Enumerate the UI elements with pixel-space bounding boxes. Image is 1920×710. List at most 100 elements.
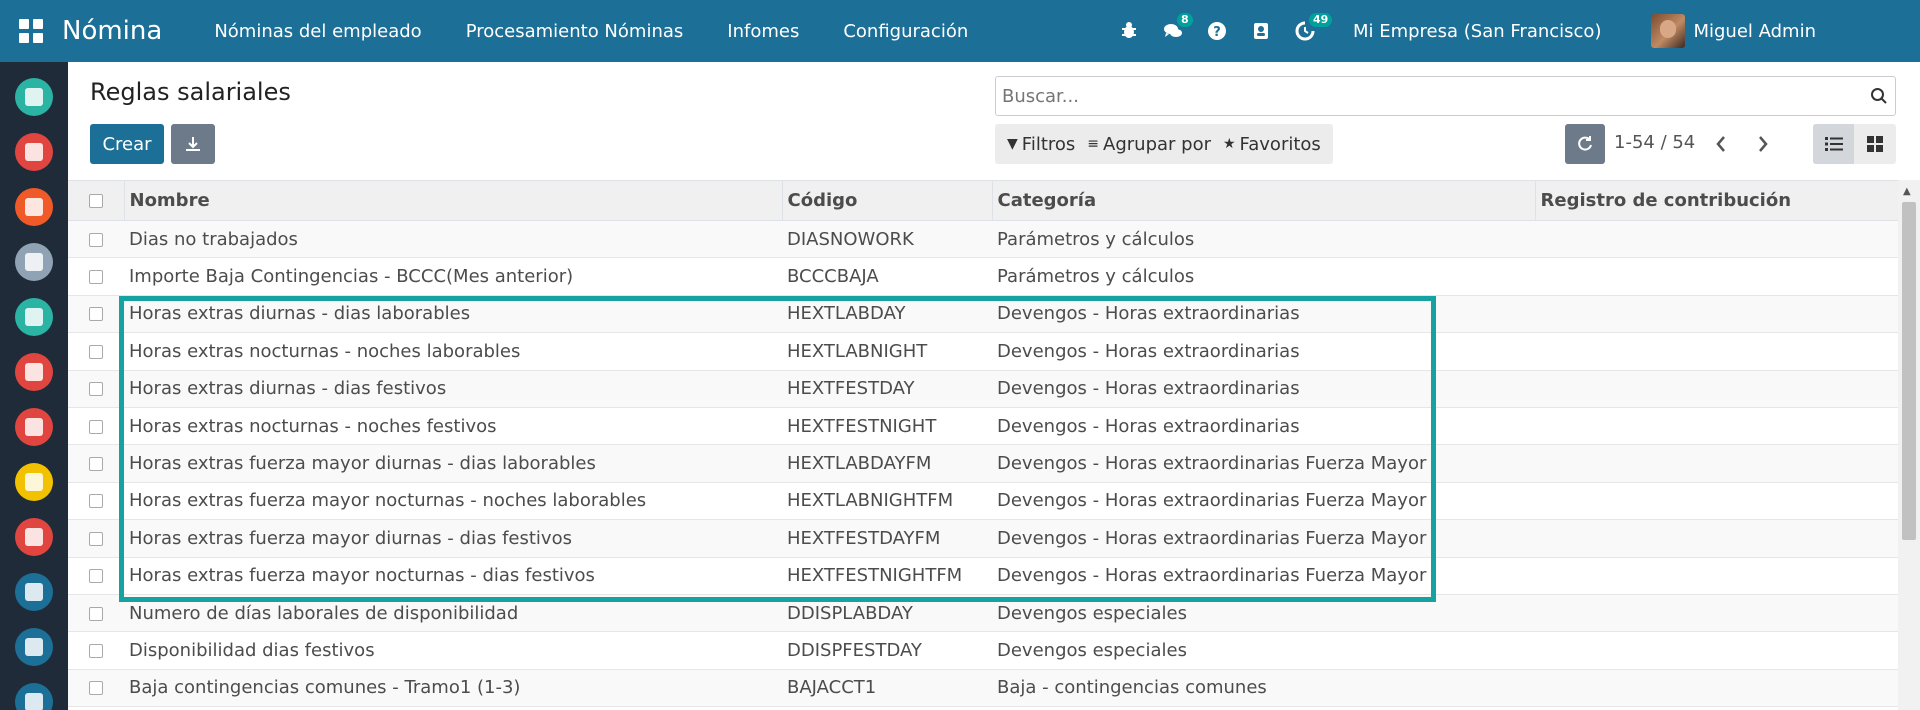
contacts-icon[interactable]: [15, 243, 53, 281]
help-icon[interactable]: ?: [1195, 0, 1239, 62]
menu-configuration[interactable]: Configuración: [843, 21, 968, 42]
pos-icon[interactable]: [15, 573, 53, 611]
rule-name-cell[interactable]: Dias no trabajados: [124, 220, 782, 259]
employees-icon[interactable]: [15, 298, 53, 336]
row-checkbox[interactable]: [89, 569, 103, 584]
column-header-code[interactable]: Código: [782, 180, 993, 221]
rule-contribution-cell[interactable]: [1535, 370, 1898, 408]
rule-name-cell[interactable]: Horas extras diurnas - dias laborables: [124, 295, 782, 334]
kanban-view-button[interactable]: [1854, 124, 1895, 164]
list-view-button[interactable]: [1813, 124, 1854, 164]
company-switcher[interactable]: Mi Empresa (San Francisco): [1353, 21, 1602, 42]
column-header-contribution[interactable]: Registro de contribución: [1535, 180, 1898, 221]
rule-category-cell[interactable]: Devengos - Horas extraordinarias Fuerza …: [992, 482, 1535, 521]
reporting-icon[interactable]: [15, 408, 53, 446]
row-checkbox[interactable]: [89, 382, 103, 397]
create-button[interactable]: Crear: [90, 124, 164, 164]
rule-contribution-cell[interactable]: [1535, 482, 1898, 521]
debug-icon[interactable]: [1107, 0, 1151, 62]
table-row[interactable]: Horas extras nocturnas - noches festivos…: [68, 407, 1898, 446]
scrollbar-thumb[interactable]: [1902, 202, 1916, 540]
refresh-button[interactable]: [1565, 124, 1605, 164]
table-row[interactable]: Horas extras fuerza mayor diurnas - dias…: [68, 519, 1898, 558]
rule-code-cell[interactable]: BAJACCT1: [782, 669, 992, 708]
rule-name-cell[interactable]: Horas extras fuerza mayor nocturnas - no…: [124, 482, 782, 521]
rule-category-cell[interactable]: Baja - contingencias comunes: [992, 669, 1535, 708]
pager-value[interactable]: 1-54 / 54: [1614, 132, 1695, 153]
row-checkbox[interactable]: [89, 531, 103, 546]
scroll-up-icon[interactable]: ▲: [1903, 186, 1911, 197]
menu-reports[interactable]: Infomes: [727, 21, 799, 42]
rule-code-cell[interactable]: HEXTLABNIGHT: [782, 332, 992, 371]
pager-next-button[interactable]: [1748, 124, 1778, 164]
rule-category-cell[interactable]: Devengos - Horas extraordinarias: [992, 332, 1535, 371]
rule-contribution-cell[interactable]: [1535, 220, 1898, 259]
rule-code-cell[interactable]: DDISPLABDAY: [782, 594, 992, 633]
rule-category-cell[interactable]: Devengos - Horas extraordinarias: [992, 295, 1535, 334]
discuss-icon[interactable]: [15, 78, 53, 116]
table-row[interactable]: Importe Baja Contingencias - BCCC(Mes an…: [68, 257, 1898, 296]
search-icon[interactable]: [1863, 78, 1895, 114]
row-checkbox[interactable]: [89, 606, 103, 621]
rule-name-cell[interactable]: Baja contingencias comunes - Tramo1 (1-3…: [124, 669, 782, 708]
chat-icon[interactable]: 8: [1151, 0, 1195, 62]
rule-category-cell[interactable]: Parámetros y cálculos: [992, 257, 1535, 296]
table-row[interactable]: Horas extras fuerza mayor nocturnas - di…: [68, 557, 1898, 595]
row-checkbox[interactable]: [89, 643, 103, 658]
rule-category-cell[interactable]: Parámetros y cálculos: [992, 220, 1535, 259]
row-checkbox[interactable]: [89, 457, 103, 472]
rule-contribution-cell[interactable]: [1535, 332, 1898, 371]
pager-previous-button[interactable]: [1706, 124, 1736, 164]
table-row[interactable]: Dias no trabajados DIASNOWORK Parámetros y…: [68, 220, 1898, 259]
favorites-button[interactable]: ★ Favoritos: [1223, 134, 1321, 155]
menu-payroll-processing[interactable]: Procesamiento Nóminas: [466, 21, 684, 42]
rule-name-cell[interactable]: Horas extras nocturnas - noches laborabl…: [124, 332, 782, 371]
select-all-checkbox[interactable]: [88, 194, 103, 208]
rule-code-cell[interactable]: HEXTFESTDAYFM: [782, 519, 992, 558]
table-row[interactable]: Horas extras fuerza mayor diurnas - dias…: [68, 444, 1898, 483]
user-menu[interactable]: Miguel Admin: [1693, 21, 1816, 42]
rule-contribution-cell[interactable]: [1535, 257, 1898, 296]
rule-name-cell[interactable]: Horas extras fuerza mayor diurnas - dias…: [124, 519, 782, 558]
table-row[interactable]: Horas extras fuerza mayor nocturnas - no…: [68, 482, 1898, 521]
rule-name-cell[interactable]: Horas extras fuerza mayor nocturnas - di…: [124, 557, 782, 595]
row-checkbox[interactable]: [89, 232, 103, 247]
app-brand[interactable]: Nómina: [62, 16, 162, 46]
rule-contribution-cell[interactable]: [1535, 444, 1898, 483]
rule-contribution-cell[interactable]: [1535, 407, 1898, 446]
rule-category-cell[interactable]: Devengos - Horas extraordinarias Fuerza …: [992, 519, 1535, 558]
search-input[interactable]: [996, 78, 1863, 114]
rule-code-cell[interactable]: HEXTLABNIGHTFM: [782, 482, 992, 521]
contacts-book-icon[interactable]: [1239, 0, 1283, 62]
rule-name-cell[interactable]: Disponibilidad dias festivos: [124, 631, 782, 670]
row-checkbox[interactable]: [89, 419, 103, 434]
rule-name-cell[interactable]: Horas extras nocturnas - noches festivos: [124, 407, 782, 446]
row-checkbox[interactable]: [89, 307, 103, 322]
rule-name-cell[interactable]: Horas extras diurnas - dias festivos: [124, 370, 782, 408]
export-button[interactable]: [171, 124, 215, 164]
user-avatar[interactable]: [1651, 14, 1686, 48]
activity-icon[interactable]: 49: [1283, 0, 1333, 62]
rule-code-cell[interactable]: HEXTLABDAY: [782, 295, 992, 334]
appraisal-icon[interactable]: [15, 518, 53, 556]
recruitment-icon[interactable]: [15, 463, 53, 501]
rule-name-cell[interactable]: Importe Baja Contingencias - BCCC(Mes an…: [124, 257, 782, 296]
table-row[interactable]: Horas extras diurnas - dias festivos HEXT…: [68, 370, 1898, 408]
menu-employee-payslips[interactable]: Nóminas del empleado: [214, 21, 421, 42]
table-row[interactable]: Baja contingencias comunes - Tramo1 (1-3…: [68, 669, 1898, 708]
rule-code-cell[interactable]: DDISPFESTDAY: [782, 631, 992, 670]
rule-contribution-cell[interactable]: [1535, 519, 1898, 558]
rule-category-cell[interactable]: Devengos - Horas extraordinarias Fuerza …: [992, 557, 1535, 595]
table-row[interactable]: Horas extras nocturnas - noches laborabl…: [68, 332, 1898, 371]
filters-button[interactable]: ▼ Filtros: [1007, 134, 1075, 155]
rule-contribution-cell[interactable]: [1535, 557, 1898, 595]
rule-contribution-cell[interactable]: [1535, 669, 1898, 708]
rule-category-cell[interactable]: Devengos especiales: [992, 631, 1535, 670]
column-header-name[interactable]: Nombre: [124, 180, 783, 221]
table-row[interactable]: Numero de días laborales de disponibilid…: [68, 594, 1898, 633]
rule-contribution-cell[interactable]: [1535, 631, 1898, 670]
rule-category-cell[interactable]: Devengos - Horas extraordinarias: [992, 407, 1535, 446]
apps-menu-button[interactable]: [0, 0, 62, 62]
table-row[interactable]: Horas extras diurnas - dias laborables HE…: [68, 295, 1898, 334]
planning-icon[interactable]: [15, 683, 53, 710]
